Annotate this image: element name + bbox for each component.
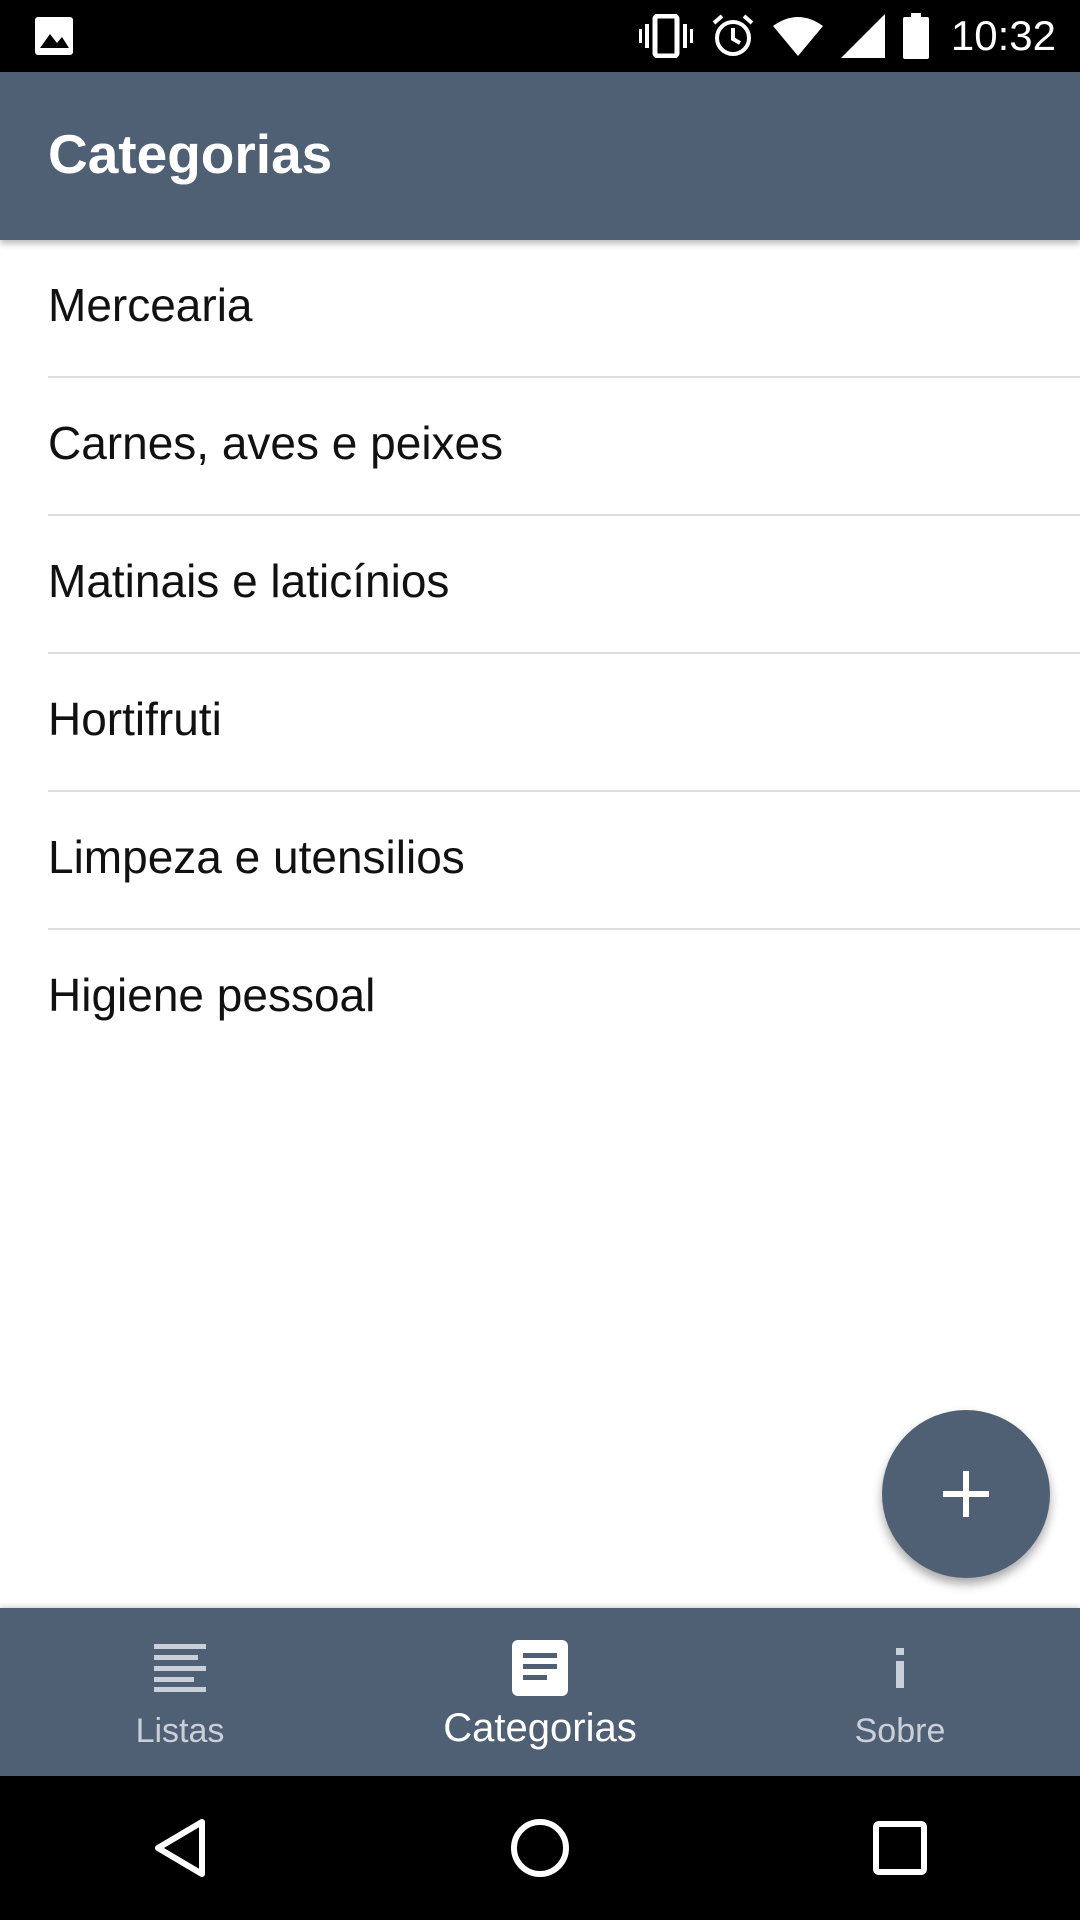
list-item-label: Higiene pessoal — [48, 969, 376, 1021]
document-icon — [512, 1638, 568, 1698]
list-item[interactable]: Hortifruti — [48, 654, 1080, 792]
alarm-icon — [711, 14, 755, 58]
list-item[interactable]: Carnes, aves e peixes — [48, 378, 1080, 516]
list-item-label: Mercearia — [48, 279, 253, 331]
list-item-label: Limpeza e utensilios — [48, 831, 465, 883]
signal-icon — [840, 14, 885, 58]
plus-icon — [943, 1471, 989, 1517]
wifi-icon — [772, 16, 823, 56]
list-item[interactable]: Higiene pessoal — [48, 930, 1080, 1068]
nav-item-categorias[interactable]: Categorias — [360, 1608, 720, 1776]
status-icons: 10:32 — [621, 0, 1056, 72]
category-list: Mercearia Carnes, aves e peixes Matinais… — [0, 240, 1080, 1068]
vibrate-icon — [638, 14, 693, 58]
nav-label: Listas — [135, 1712, 225, 1750]
add-category-button[interactable] — [882, 1410, 1050, 1578]
bottom-navigation: Listas Categorias Sobre — [0, 1608, 1080, 1776]
status-bar: 10:32 — [0, 0, 1080, 72]
list-item[interactable]: Mercearia — [48, 240, 1080, 378]
nav-item-sobre[interactable]: Sobre — [720, 1608, 1080, 1776]
system-navigation-bar — [0, 1776, 1080, 1920]
recents-icon — [873, 1821, 927, 1875]
recents-button[interactable] — [720, 1776, 1080, 1920]
nav-item-listas[interactable]: Listas — [0, 1608, 360, 1776]
list-item[interactable]: Matinais e laticínios — [48, 516, 1080, 654]
image-icon — [34, 16, 74, 56]
app-bar: Categorias — [0, 72, 1080, 240]
screen: 10:32 Categorias Mercearia Carnes, aves … — [0, 0, 1080, 1920]
status-time: 10:32 — [950, 12, 1056, 59]
back-button[interactable] — [0, 1776, 360, 1920]
list-item[interactable]: Limpeza e utensilios — [48, 792, 1080, 930]
page-title: Categorias — [48, 123, 333, 185]
list-lines-icon — [154, 1638, 206, 1698]
home-icon — [511, 1819, 569, 1877]
nav-label: Categorias — [443, 1706, 637, 1750]
list-item-label: Hortifruti — [48, 693, 222, 745]
home-button[interactable] — [360, 1776, 720, 1920]
battery-icon — [902, 13, 929, 59]
info-icon — [893, 1638, 907, 1698]
back-icon — [155, 1819, 205, 1877]
list-item-label: Carnes, aves e peixes — [48, 417, 504, 469]
list-item-label: Matinais e laticínios — [48, 555, 450, 607]
nav-label: Sobre — [854, 1712, 946, 1750]
